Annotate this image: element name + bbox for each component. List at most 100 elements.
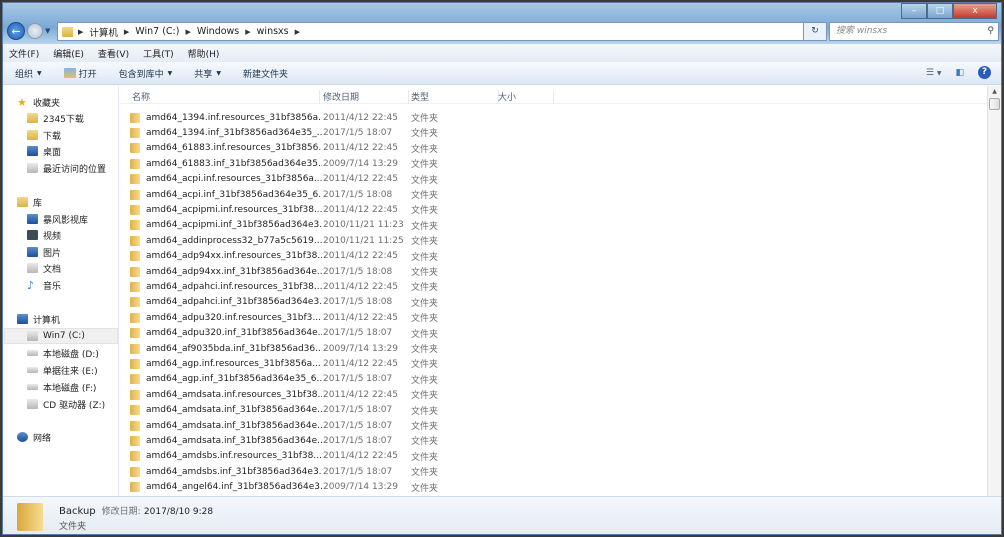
- column-size[interactable]: 大小: [498, 90, 554, 104]
- file-row[interactable]: amd64_amdsbs.inf.resources_31bf38... 2011…: [130, 449, 438, 464]
- scroll-up-icon[interactable]: ▲: [988, 86, 1001, 98]
- include-in-library-button[interactable]: 包含到库中 ▼: [119, 67, 173, 80]
- vertical-scrollbar[interactable]: ▲: [987, 86, 1001, 496]
- search-input[interactable]: 搜索 winsxs ⚲: [829, 22, 999, 41]
- menu-tools[interactable]: 工具(T): [143, 47, 174, 60]
- menu-file[interactable]: 文件(F): [9, 47, 39, 60]
- new-folder-button[interactable]: 新建文件夹: [243, 67, 288, 80]
- file-type: 文件夹: [411, 406, 439, 417]
- forward-button[interactable]: [27, 23, 43, 39]
- file-row[interactable]: amd64_acpi.inf.resources_31bf3856a... 201…: [130, 172, 438, 187]
- column-name[interactable]: 名称: [132, 90, 320, 104]
- file-type: 文件夹: [411, 191, 439, 201]
- scrollbar-thumb[interactable]: [989, 98, 1000, 110]
- view-options-icon[interactable]: ☰ ▼: [926, 68, 942, 78]
- column-date-modified[interactable]: 修改日期: [323, 90, 409, 104]
- history-dropdown-icon[interactable]: ▼: [45, 27, 50, 35]
- sidebar-computer[interactable]: 计算机: [17, 311, 60, 327]
- file-row[interactable]: amd64_amdsata.inf_31bf3856ad364e... 2017/…: [130, 418, 438, 433]
- refresh-button[interactable]: ↻: [803, 22, 827, 41]
- file-date: 2009/7/14 13:29: [323, 343, 398, 354]
- sidebar-item-desktop[interactable]: 桌面: [27, 143, 61, 159]
- file-date: 2017/1/5 18:07: [323, 435, 393, 446]
- file-row[interactable]: amd64_af9035bda.inf_31bf3856ad36... 2009/…: [130, 341, 438, 356]
- sidebar-item-f-drive[interactable]: 本地磁盘 (F:): [27, 379, 96, 395]
- file-row[interactable]: amd64_amdsbs.inf_31bf3856ad364e3... 2017/…: [130, 464, 438, 479]
- file-type: 文件夹: [411, 160, 439, 171]
- preview-pane-icon[interactable]: ◧: [955, 68, 964, 78]
- menu-help[interactable]: 帮助(H): [188, 47, 220, 60]
- search-icon[interactable]: ⚲: [987, 23, 994, 40]
- sidebar-item-d-drive[interactable]: 本地磁盘 (D:): [27, 345, 99, 361]
- close-button[interactable]: x: [953, 3, 997, 19]
- file-row[interactable]: amd64_adpahci.inf_31bf3856ad364e3... 2017…: [130, 295, 438, 310]
- file-row[interactable]: amd64_acpipmi.inf_31bf3856ad364e3... 2010…: [130, 218, 438, 233]
- breadcrumb-windows[interactable]: Windows: [197, 26, 239, 37]
- sidebar-item-recent[interactable]: 最近访问的位置: [27, 160, 106, 176]
- file-row[interactable]: amd64_angel64.inf_31bf3856ad364e3... 2009…: [130, 480, 438, 495]
- menu-edit[interactable]: 编辑(E): [53, 47, 84, 60]
- file-name: amd64_61883.inf_31bf3856ad364e35...: [146, 158, 322, 169]
- file-row[interactable]: amd64_adpahci.inf.resources_31bf38... 201…: [130, 279, 438, 294]
- sidebar-item-music[interactable]: ♪ 音乐: [27, 277, 61, 293]
- sidebar-item-documents[interactable]: 文档: [27, 260, 61, 276]
- folder-icon: [130, 328, 140, 339]
- column-header: 名称 修改日期 类型 大小: [120, 86, 987, 104]
- folder-icon: [130, 405, 140, 416]
- breadcrumb-computer[interactable]: 计算机: [89, 25, 118, 39]
- file-row[interactable]: amd64_agp.inf_31bf3856ad364e35_6.... 2017…: [130, 372, 438, 387]
- sidebar-network[interactable]: 网络: [17, 429, 51, 445]
- sidebar-item-e-drive[interactable]: 单据往来 (E:): [27, 362, 98, 378]
- sidebar-item-2345-downloads[interactable]: 2345下载: [27, 110, 84, 126]
- drive-icon: [27, 384, 38, 390]
- menu-view[interactable]: 查看(V): [98, 47, 129, 60]
- maximize-button[interactable]: □: [927, 3, 953, 19]
- file-row[interactable]: amd64_adp94xx.inf.resources_31bf38... 201…: [130, 249, 438, 264]
- sidebar-item-baofeng[interactable]: 暴风影视库: [27, 211, 88, 227]
- file-type: 文件夹: [411, 268, 439, 278]
- column-type[interactable]: 类型: [411, 90, 499, 104]
- folder-icon: [130, 143, 140, 154]
- file-row[interactable]: amd64_adpu320.inf_31bf3856ad364e... 2017/…: [130, 326, 438, 341]
- file-type: 文件夹: [411, 252, 439, 263]
- file-row[interactable]: amd64_addinprocess32_b77a5c5619... 2010/1…: [130, 233, 438, 248]
- file-row[interactable]: amd64_1394.inf_31bf3856ad364e35_... 2017/…: [130, 125, 438, 140]
- sidebar-item-videos[interactable]: 视频: [27, 227, 61, 243]
- file-row[interactable]: amd64_61883.inf.resources_31bf3856... 201…: [130, 141, 438, 156]
- file-row[interactable]: amd64_amdsata.inf_31bf3856ad364e... 2017/…: [130, 433, 438, 448]
- breadcrumb-c-drive[interactable]: Win7 (C:): [135, 26, 179, 37]
- file-date: 2011/4/12 22:45: [323, 174, 398, 185]
- file-type: 文件夹: [411, 422, 439, 432]
- file-type: 文件夹: [411, 283, 439, 294]
- sidebar-item-pictures[interactable]: 图片: [27, 244, 61, 260]
- sidebar-item-downloads[interactable]: 下载: [27, 127, 61, 143]
- file-row[interactable]: amd64_acpipmi.inf.resources_31bf38... 201…: [130, 202, 438, 217]
- file-row[interactable]: amd64_adpu320.inf.resources_31bf3... 2011…: [130, 310, 438, 325]
- chevron-down-icon: ▼: [216, 69, 221, 77]
- help-icon[interactable]: ?: [978, 66, 991, 79]
- sidebar-libraries[interactable]: 库: [17, 194, 42, 210]
- file-type: 文件夹: [411, 391, 439, 402]
- file-row[interactable]: amd64_agp.inf.resources_31bf3856a... 2011…: [130, 356, 438, 371]
- file-row[interactable]: amd64_adp94xx.inf_31bf3856ad364e... 2017/…: [130, 264, 438, 279]
- file-row[interactable]: amd64_1394.inf.resources_31bf3856a... 201…: [130, 110, 438, 125]
- file-type: 文件夹: [411, 206, 439, 217]
- minimize-button[interactable]: –: [901, 3, 927, 19]
- sidebar-item-cd-drive[interactable]: CD 驱动器 (Z:): [27, 396, 105, 412]
- address-bar[interactable]: ▶ 计算机▶ Win7 (C:)▶ Windows▶ winsxs▶ ▼: [57, 22, 823, 41]
- file-row[interactable]: amd64_61883.inf_31bf3856ad364e35... 2009/…: [130, 156, 438, 171]
- file-date: 2017/1/5 18:08: [323, 189, 393, 200]
- sidebar-item-c-drive[interactable]: Win7 (C:): [4, 328, 118, 344]
- share-button[interactable]: 共享 ▼: [194, 67, 221, 80]
- toolbar: 组织 ▼ 打开 包含到库中 ▼ 共享 ▼ 新建文件夹 ☰ ▼ ◧ ?: [3, 62, 1001, 85]
- file-row[interactable]: amd64_amdsata.inf_31bf3856ad364e... 2017/…: [130, 403, 438, 418]
- back-button[interactable]: ←: [7, 22, 25, 40]
- sidebar-favorites[interactable]: ★ 收藏夹: [17, 94, 60, 110]
- file-row[interactable]: amd64_amdsata.inf.resources_31bf38... 201…: [130, 387, 438, 402]
- open-button[interactable]: 打开: [63, 67, 97, 80]
- breadcrumb-winsxs[interactable]: winsxs: [257, 26, 289, 37]
- file-name: amd64_61883.inf.resources_31bf3856...: [146, 143, 322, 154]
- file-row[interactable]: amd64_acpi.inf_31bf3856ad364e35_6.... 201…: [130, 187, 438, 202]
- organize-button[interactable]: 组织 ▼: [15, 67, 42, 80]
- folder-icon: [17, 503, 43, 531]
